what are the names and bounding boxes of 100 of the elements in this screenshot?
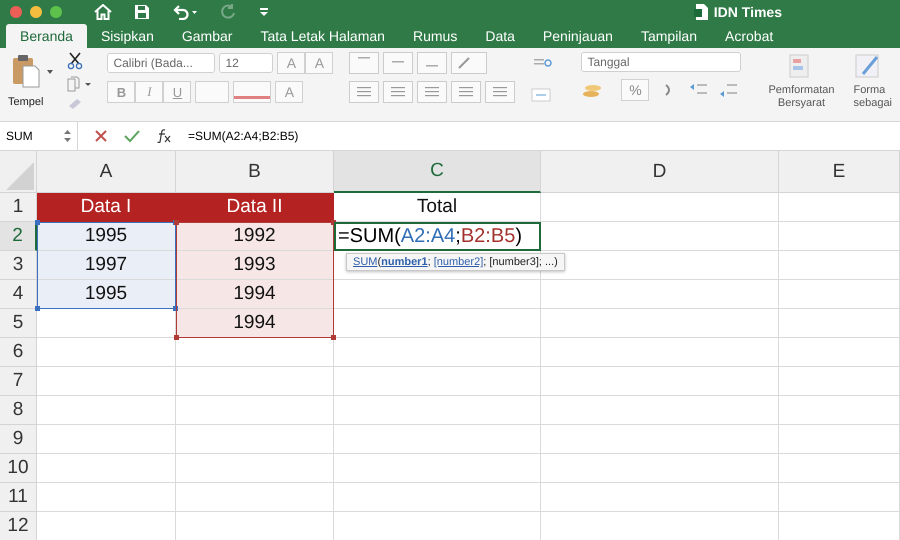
format-painter-icon[interactable] xyxy=(67,98,84,110)
align-icon[interactable] xyxy=(349,81,380,103)
row-header[interactable]: 7 xyxy=(0,367,37,396)
row-header[interactable]: 9 xyxy=(0,425,37,454)
fill-color-button[interactable] xyxy=(233,81,272,103)
table-cell[interactable] xyxy=(176,396,334,425)
table-cell[interactable] xyxy=(334,280,541,309)
table-cell[interactable] xyxy=(334,454,541,483)
table-cell[interactable] xyxy=(779,222,900,251)
cancel-icon[interactable] xyxy=(94,129,108,143)
row-header[interactable]: 6 xyxy=(0,338,37,367)
table-cell[interactable]: 1997 xyxy=(37,251,176,280)
caret-icon[interactable] xyxy=(47,70,54,74)
table-cell[interactable] xyxy=(334,251,541,280)
table-cell[interactable] xyxy=(37,483,176,512)
table-cell[interactable] xyxy=(334,483,541,512)
ribbon-tab[interactable]: Rumus xyxy=(398,24,472,48)
table-cell[interactable] xyxy=(779,396,900,425)
stepper-icon[interactable] xyxy=(64,129,71,143)
row-header[interactable]: 3 xyxy=(0,251,37,280)
ribbon-tab[interactable]: Sisipkan xyxy=(86,24,168,48)
table-cell[interactable] xyxy=(541,280,779,309)
table-cell[interactable] xyxy=(37,338,176,367)
row-header[interactable]: 5 xyxy=(0,309,37,338)
confirm-icon[interactable] xyxy=(124,129,140,143)
table-cell[interactable]: 1995 xyxy=(37,222,176,251)
undo-icon[interactable] xyxy=(172,4,198,20)
table-cell[interactable] xyxy=(779,309,900,338)
table-cell[interactable] xyxy=(334,367,541,396)
column-header[interactable]: B xyxy=(176,151,334,193)
align-icon[interactable] xyxy=(383,52,414,74)
function-icon[interactable] xyxy=(156,129,172,143)
font-size-dropdown[interactable]: 12 xyxy=(219,53,274,73)
table-cell[interactable] xyxy=(541,222,779,251)
conditional-formatting-button[interactable]: Pemformatan Bersyarat xyxy=(759,52,844,110)
scissors-icon[interactable] xyxy=(67,52,84,70)
table-cell[interactable] xyxy=(779,338,900,367)
ribbon-tab[interactable]: Acrobat xyxy=(711,24,788,48)
ribbon-tab[interactable]: Data xyxy=(471,24,529,48)
row-header[interactable]: 4 xyxy=(0,280,37,309)
font-name-dropdown[interactable]: Calibri (Bada... xyxy=(107,53,216,73)
table-cell[interactable]: 1994 xyxy=(176,309,334,338)
column-header[interactable]: A xyxy=(37,151,176,193)
table-cell[interactable]: 1995 xyxy=(37,280,176,309)
name-box[interactable]: SUM xyxy=(0,122,78,150)
table-cell[interactable] xyxy=(37,454,176,483)
save-icon[interactable] xyxy=(134,4,150,20)
table-cell[interactable] xyxy=(334,425,541,454)
number-format-dropdown[interactable]: Tanggal xyxy=(581,52,742,72)
copy-icon[interactable] xyxy=(67,76,92,92)
table-cell[interactable] xyxy=(541,309,779,338)
border-dropdown[interactable] xyxy=(195,81,230,103)
ribbon-tab[interactable]: Tata Letak Halaman xyxy=(246,24,399,48)
align-icon[interactable] xyxy=(485,81,516,103)
orientation-icon[interactable] xyxy=(451,52,488,74)
ribbon-tab[interactable]: Beranda xyxy=(6,24,87,48)
ribbon-tab[interactable]: Peninjauan xyxy=(528,24,627,48)
header-cell[interactable]: Data I xyxy=(37,193,176,222)
table-cell[interactable] xyxy=(779,483,900,512)
row-header[interactable]: 8 xyxy=(0,396,37,425)
table-cell[interactable] xyxy=(779,280,900,309)
table-cell[interactable] xyxy=(541,193,779,222)
format-as-table-button[interactable]: Forma sebagai xyxy=(849,52,900,110)
table-cell[interactable] xyxy=(176,367,334,396)
table-cell[interactable] xyxy=(541,251,779,280)
table-cell[interactable] xyxy=(37,425,176,454)
row-header[interactable]: 1 xyxy=(0,193,37,222)
table-cell[interactable] xyxy=(779,454,900,483)
align-icon[interactable] xyxy=(417,52,448,74)
table-cell[interactable] xyxy=(541,454,779,483)
align-icon[interactable] xyxy=(451,81,482,103)
table-cell[interactable] xyxy=(541,396,779,425)
header-cell[interactable]: Data II xyxy=(176,193,334,222)
align-icon[interactable] xyxy=(417,81,448,103)
table-cell[interactable] xyxy=(334,309,541,338)
table-cell[interactable] xyxy=(176,425,334,454)
table-cell[interactable] xyxy=(37,396,176,425)
table-cell[interactable] xyxy=(37,367,176,396)
ribbon-tab[interactable]: Tampilan xyxy=(626,24,711,48)
table-cell[interactable]: 1992 xyxy=(176,222,334,251)
table-cell[interactable] xyxy=(176,454,334,483)
table-cell[interactable] xyxy=(541,483,779,512)
customize-icon[interactable] xyxy=(258,6,270,18)
align-icon[interactable] xyxy=(383,81,414,103)
window-controls[interactable] xyxy=(10,6,62,18)
home-icon[interactable] xyxy=(94,4,112,20)
table-cell[interactable] xyxy=(779,251,900,280)
paste-button[interactable]: Tempel xyxy=(6,52,46,110)
row-header[interactable]: 10 xyxy=(0,454,37,483)
table-cell[interactable] xyxy=(334,338,541,367)
table-cell[interactable]: 1994 xyxy=(176,280,334,309)
table-cell[interactable] xyxy=(779,425,900,454)
row-header[interactable]: 11 xyxy=(0,483,37,512)
table-cell[interactable] xyxy=(541,338,779,367)
table-cell[interactable]: 1993 xyxy=(176,251,334,280)
table-cell[interactable] xyxy=(176,483,334,512)
table-cell[interactable] xyxy=(541,367,779,396)
row-header[interactable]: 2 xyxy=(0,222,37,251)
table-cell[interactable] xyxy=(541,425,779,454)
row-header[interactable]: 12 xyxy=(0,512,37,540)
